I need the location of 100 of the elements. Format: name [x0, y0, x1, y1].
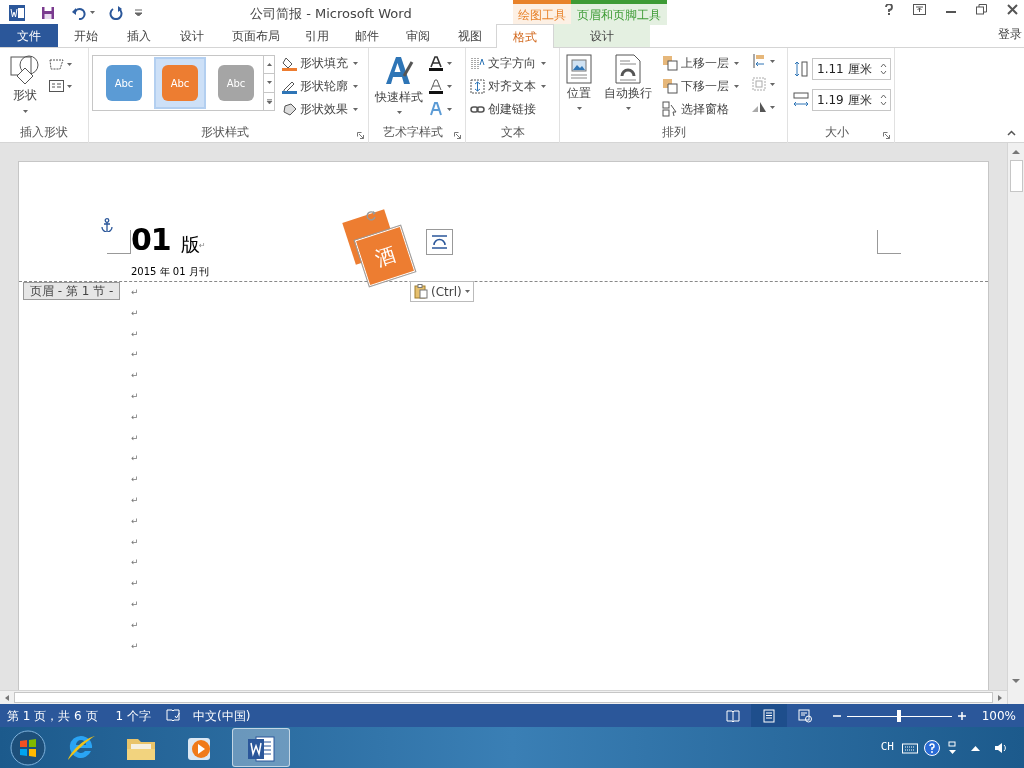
ribbon-tab[interactable]: 插入 — [114, 24, 164, 47]
caret-icon — [770, 82, 775, 86]
group-label: 排列 — [660, 124, 687, 141]
command-button[interactable]: 下移一层 — [662, 76, 739, 96]
dialog-launcher-icon[interactable] — [357, 132, 364, 139]
options-icon[interactable] — [948, 740, 957, 755]
scroll-up-icon[interactable] — [1010, 147, 1022, 157]
customize-icon[interactable] — [135, 9, 142, 16]
clipboard-icon — [414, 284, 428, 299]
language-label[interactable]: 中文(中国) — [193, 706, 251, 725]
ribbon-display-icon[interactable] — [913, 4, 926, 15]
vertical-scrollbar[interactable] — [1007, 143, 1024, 704]
zoom-slider[interactable] — [846, 709, 952, 722]
ribbon-tab[interactable]: 设计 — [554, 24, 650, 47]
paste-options-button[interactable]: (Ctrl) — [410, 281, 474, 302]
scroll-down-icon[interactable] — [265, 80, 273, 86]
wordart-command-button[interactable] — [429, 56, 452, 71]
arrange-button[interactable]: 位置 — [564, 54, 594, 122]
spinner-icon[interactable] — [880, 93, 887, 107]
collapse-ribbon-icon[interactable] — [1007, 130, 1016, 136]
zoom-in-icon[interactable] — [957, 711, 966, 720]
shapes-icon — [9, 54, 41, 86]
close-icon[interactable] — [1007, 4, 1018, 15]
input-language[interactable]: CH — [880, 739, 894, 756]
ribbon-tab[interactable]: 邮件 — [342, 24, 392, 47]
ribbon-tab[interactable]: 开始 — [58, 24, 114, 47]
help-icon[interactable] — [885, 4, 893, 15]
command-button[interactable]: 选择窗格 — [662, 99, 729, 119]
command-button[interactable]: 创建链接 — [470, 99, 536, 119]
restore-icon[interactable] — [976, 4, 987, 15]
layout-options-icon[interactable] — [426, 229, 453, 255]
quick-styles-button[interactable]: 快速样式 — [372, 54, 426, 122]
dialog-launcher-icon[interactable] — [883, 132, 890, 139]
paragraph-mark: ↵ — [131, 618, 139, 632]
size-field[interactable]: 1.19 厘米 — [812, 89, 891, 111]
volume-icon[interactable] — [994, 740, 1008, 755]
rotate-handle-icon[interactable] — [365, 210, 377, 222]
show-hidden-icon[interactable] — [971, 744, 980, 751]
spinner-icon[interactable] — [880, 62, 887, 76]
scroll-up-icon[interactable] — [265, 62, 273, 68]
paragraph-mark: ↵ — [131, 327, 139, 341]
crop-mark — [107, 230, 131, 254]
help-icon[interactable] — [924, 739, 940, 756]
dialog-launcher-icon[interactable] — [454, 132, 461, 139]
caret-icon — [770, 59, 775, 63]
zoom-slider-thumb[interactable] — [897, 709, 902, 722]
sign-in-link[interactable]: 登录 — [998, 25, 1022, 43]
ribbon-tab[interactable]: 引用 — [292, 24, 342, 47]
page-count[interactable]: 第 1 页，共 6 页 — [7, 706, 98, 725]
scroll-down-icon[interactable] — [1010, 676, 1022, 686]
caret-icon — [396, 111, 402, 114]
command-button[interactable]: 文字方向 — [470, 53, 546, 73]
command-button[interactable]: 上移一层 — [662, 53, 739, 73]
group-label: 插入形状 — [19, 124, 69, 141]
start-button-icon[interactable] — [10, 729, 46, 766]
word-logo-icon[interactable] — [9, 4, 25, 21]
caret-icon — [447, 85, 452, 88]
view-button[interactable] — [750, 704, 787, 727]
taskbar-button[interactable] — [232, 728, 290, 767]
caret-icon — [576, 107, 582, 110]
save-icon[interactable] — [41, 5, 55, 20]
keyboard-icon[interactable] — [902, 741, 918, 754]
proofing-icon[interactable] — [166, 709, 180, 722]
edit-shape-button[interactable] — [49, 58, 72, 70]
caret-icon — [90, 11, 95, 14]
caret-icon — [353, 107, 358, 111]
zoom-level[interactable]: 100% — [981, 706, 1016, 725]
word-count[interactable]: 1 个字 — [115, 706, 151, 725]
paragraph-mark: ↵ — [131, 597, 139, 611]
ribbon-tab[interactable]: 视图 — [444, 24, 496, 47]
shapes-button[interactable]: 形状 — [6, 54, 44, 122]
group-label: 文本 — [499, 124, 526, 141]
group-label: 艺术字样式 — [382, 124, 444, 141]
text-box-button[interactable] — [49, 80, 72, 92]
ribbon-tab[interactable]: 审阅 — [392, 24, 444, 47]
wordart-command-button[interactable] — [429, 79, 452, 94]
more-icon[interactable] — [265, 98, 273, 104]
command-button[interactable]: 形状填充 — [282, 53, 358, 73]
width-icon — [793, 92, 809, 108]
horizontal-scrollbar[interactable] — [0, 690, 1007, 704]
ribbon-tab[interactable]: 设计 — [164, 24, 220, 47]
caret-icon — [447, 62, 452, 65]
text-box-icon — [49, 80, 64, 92]
caret-icon — [67, 62, 72, 66]
arrange-button[interactable]: 自动换行 — [604, 54, 652, 122]
command-button[interactable]: 对齐文本 — [470, 76, 546, 96]
paragraph-mark: ↵ — [131, 286, 139, 299]
paragraph-mark: ↵ — [131, 514, 139, 528]
arrange-option-button[interactable] — [751, 53, 775, 69]
text-fill-icon — [429, 56, 443, 71]
gallery-scrollbar[interactable] — [263, 55, 275, 111]
scroll-thumb[interactable] — [1009, 160, 1023, 192]
command-button[interactable]: 形状效果 — [282, 99, 358, 119]
ribbon-tab[interactable]: 格式 — [496, 24, 554, 48]
size-field[interactable]: 1.11 厘米 — [812, 58, 891, 80]
redo-icon[interactable] — [109, 5, 123, 20]
ribbon-tab[interactable]: 页面布局 — [220, 24, 292, 47]
align-text-icon — [470, 78, 485, 94]
ribbon-tab[interactable]: 文件 — [0, 24, 58, 47]
command-button[interactable]: 形状轮廓 — [282, 76, 358, 96]
